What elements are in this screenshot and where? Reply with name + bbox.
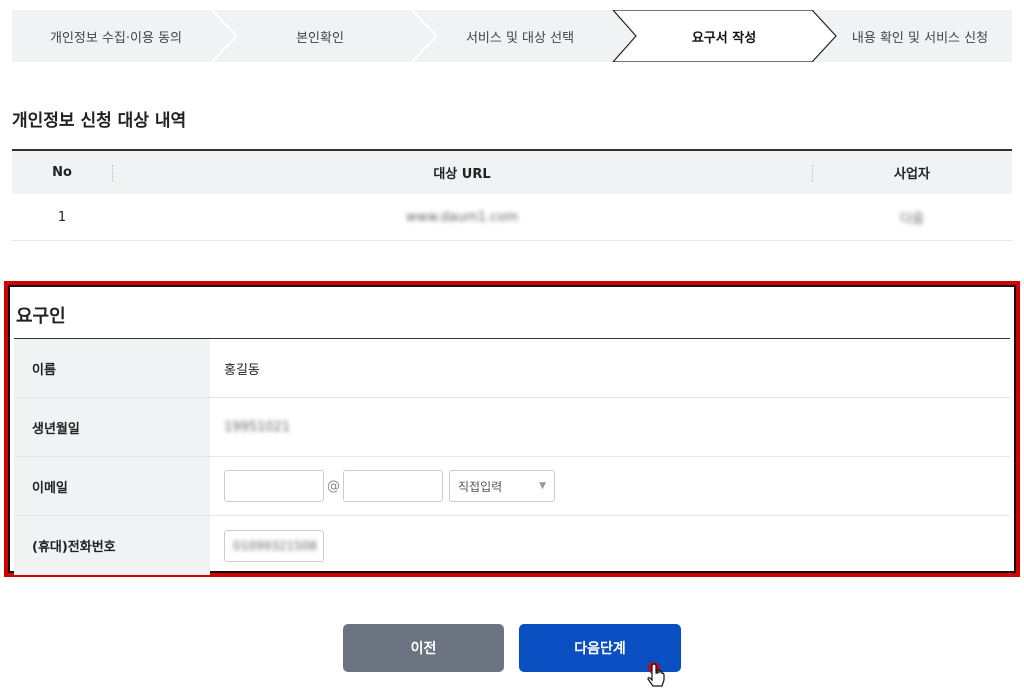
email-domain-select[interactable]: 직접입력 ▼ — [449, 470, 555, 502]
table-row: 1 www.daum1.com 다음 — [12, 194, 1012, 241]
phone-input[interactable]: 01099321508 — [224, 529, 324, 562]
requester-title: 요구인 — [14, 291, 1010, 339]
prev-button[interactable]: 이전 — [343, 624, 504, 672]
email-local-input[interactable] — [224, 470, 324, 502]
step-service-select: 서비스 및 대상 선택 — [465, 30, 575, 46]
hand-cursor-icon — [647, 662, 665, 687]
birth-label: 생년월일 — [14, 398, 210, 456]
step-progress-bar: 개인정보 수집·이용 동의 본인확인 서비스 및 대상 선택 요구서 작성 내용… — [12, 10, 1012, 62]
row-no: 1 — [57, 209, 67, 225]
step-confirm: 내용 확인 및 서비스 신청 — [851, 30, 989, 46]
birth-row: 생년월일 19951021 — [14, 398, 1010, 457]
name-value: 홍길동 — [224, 362, 260, 378]
phone-value: 01099321508 — [233, 538, 317, 553]
target-section-title: 개인정보 신청 대상 내역 — [12, 111, 187, 131]
row-business: 다음 — [900, 211, 924, 227]
email-domain-select-value: 직접입력 — [458, 479, 503, 494]
email-label: 이메일 — [14, 457, 210, 515]
requester-panel: 요구인 이름 홍길동 생년월일 19951021 이메일 @ 직접입력 ▼ (휴… — [4, 281, 1020, 577]
table-header: No 대상 URL 사업자 — [12, 149, 1012, 194]
row-url: www.daum1.com — [405, 209, 519, 225]
step-identity: 본인확인 — [296, 30, 344, 46]
column-header-url: 대상 URL — [433, 167, 491, 182]
chevron-down-icon: ▼ — [539, 481, 546, 491]
phone-label: (휴대)전화번호 — [14, 516, 210, 575]
column-header-no: No — [52, 165, 72, 180]
name-row: 이름 홍길동 — [14, 339, 1010, 398]
target-table: No 대상 URL 사업자 1 www.daum1.com 다음 — [12, 149, 1012, 241]
column-header-business: 사업자 — [894, 167, 930, 182]
name-label: 이름 — [14, 339, 210, 397]
step-write-request: 요구서 작성 — [691, 30, 757, 46]
email-at-sign: @ — [327, 478, 340, 494]
email-domain-input[interactable] — [343, 470, 443, 502]
phone-row: (휴대)전화번호 01099321508 — [14, 516, 1010, 575]
step-consent: 개인정보 수집·이용 동의 — [50, 30, 182, 46]
email-row: 이메일 @ 직접입력 ▼ — [14, 457, 1010, 516]
birth-value: 19951021 — [224, 419, 291, 435]
